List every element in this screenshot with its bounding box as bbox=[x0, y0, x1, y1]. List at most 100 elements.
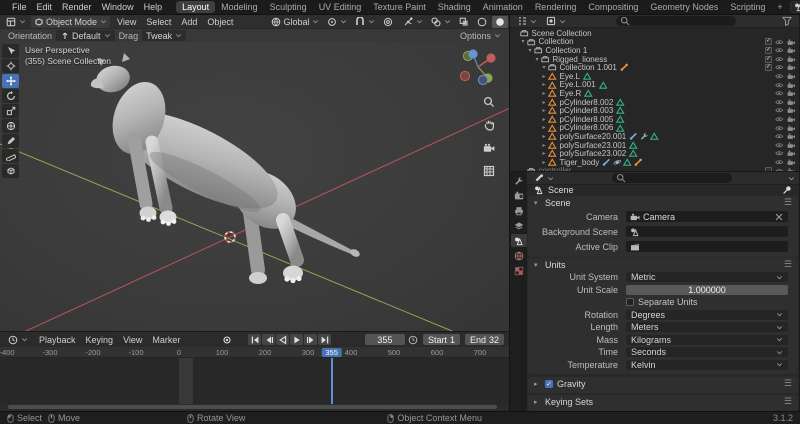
expander-icon[interactable]: ▾ bbox=[540, 64, 548, 71]
pin-icon[interactable] bbox=[782, 185, 792, 195]
hide-viewport-icon[interactable] bbox=[775, 98, 784, 107]
expander-icon[interactable]: ▸ bbox=[540, 150, 548, 157]
tool-scale-button[interactable] bbox=[2, 104, 19, 118]
outliner-row[interactable]: Scene Collection bbox=[510, 29, 799, 38]
expander-icon[interactable]: ▸ bbox=[540, 133, 548, 140]
tool-transform-button[interactable] bbox=[2, 119, 19, 133]
outliner-editor-type-button[interactable] bbox=[514, 15, 540, 27]
workspace-tab-shading[interactable]: Shading bbox=[432, 1, 477, 13]
panel-menu-icon[interactable]: ☰ bbox=[784, 197, 792, 208]
topbar-menu-window[interactable]: Window bbox=[97, 2, 139, 12]
workspace-tab-geometry-nodes[interactable]: Geometry Nodes bbox=[644, 1, 724, 13]
workspace-tab-+[interactable]: + bbox=[771, 1, 788, 13]
tool-cursor-3d-button[interactable] bbox=[2, 59, 19, 73]
timeline-menu-marker[interactable]: Marker bbox=[147, 335, 185, 345]
jump-start-button[interactable] bbox=[248, 334, 261, 345]
outliner-row[interactable]: ▸pCylinder8.002 bbox=[510, 98, 799, 107]
outliner-row[interactable]: ▸polySurface23.001 bbox=[510, 141, 799, 150]
hide-viewport-icon[interactable] bbox=[775, 89, 784, 98]
collection-checkbox[interactable]: ✓ bbox=[765, 64, 772, 71]
viewport-menu-select[interactable]: Select bbox=[141, 17, 176, 27]
outliner-row[interactable]: ▾Rigged_lioness✓ bbox=[510, 55, 799, 64]
properties-tab-texture[interactable] bbox=[511, 264, 527, 277]
panel-header[interactable]: ▸✓Gravity☰ bbox=[528, 377, 798, 390]
expander-icon[interactable]: ▸ bbox=[540, 124, 548, 131]
workspace-tab-uv-editing[interactable]: UV Editing bbox=[313, 1, 368, 13]
dropdown-length[interactable]: Meters bbox=[626, 322, 788, 332]
outliner-row[interactable]: ▾Collection 1.001✓ bbox=[510, 63, 799, 72]
properties-tab-output[interactable] bbox=[511, 204, 527, 217]
dropdown-mass[interactable]: Kilograms bbox=[626, 335, 788, 345]
outliner-search-input[interactable] bbox=[616, 16, 736, 26]
outliner-row[interactable]: ▾Collection 1✓ bbox=[510, 46, 799, 55]
hide-render-icon[interactable] bbox=[787, 158, 796, 167]
drag-tweak-dropdown[interactable]: Tweak bbox=[142, 30, 186, 41]
object-field-camera[interactable]: Camera bbox=[626, 211, 788, 222]
expander-icon[interactable]: ▾ bbox=[526, 47, 534, 54]
properties-editor-type-button[interactable] bbox=[531, 172, 557, 184]
scrollbar-thumb[interactable] bbox=[8, 405, 497, 409]
mode-dropdown[interactable]: Object Mode bbox=[31, 16, 110, 28]
panel-menu-icon[interactable]: ☰ bbox=[784, 378, 792, 389]
viewport-menu-object[interactable]: Object bbox=[202, 17, 238, 27]
editor-type-button[interactable] bbox=[3, 16, 29, 28]
hide-viewport-icon[interactable] bbox=[775, 115, 784, 124]
options-dropdown[interactable]: Options bbox=[460, 31, 501, 41]
hide-render-icon[interactable] bbox=[787, 115, 796, 124]
dropdown-unit-system[interactable]: Metric bbox=[626, 272, 788, 282]
topbar-menu-render[interactable]: Render bbox=[57, 2, 97, 12]
outliner-row[interactable]: ▸pCylinder8.005 bbox=[510, 115, 799, 124]
outliner-row[interactable]: ▸Eye.L bbox=[510, 72, 799, 81]
expander-icon[interactable]: ▾ bbox=[533, 56, 541, 63]
hide-render-icon[interactable] bbox=[787, 81, 796, 90]
hide-render-icon[interactable] bbox=[787, 46, 796, 55]
tool-select-box-button[interactable] bbox=[2, 44, 19, 58]
collection-checkbox[interactable]: ✓ bbox=[765, 38, 772, 45]
filter-icon[interactable] bbox=[782, 16, 792, 26]
orientation-default-dropdown[interactable]: Default bbox=[56, 30, 115, 41]
workspace-tab-compositing[interactable]: Compositing bbox=[582, 1, 644, 13]
units-panel-header[interactable]: ▾ Units ☰ bbox=[528, 258, 798, 271]
hide-viewport-icon[interactable] bbox=[775, 63, 784, 72]
overlays-dropdown[interactable] bbox=[428, 16, 454, 28]
expander-icon[interactable]: ▸ bbox=[540, 116, 548, 123]
properties-tab-scene[interactable] bbox=[511, 234, 527, 247]
snap-toggle[interactable] bbox=[352, 16, 378, 28]
object-field-background-scene[interactable] bbox=[626, 226, 788, 237]
hide-render-icon[interactable] bbox=[787, 141, 796, 150]
viewport-menu-view[interactable]: View bbox=[112, 17, 141, 27]
properties-search-input[interactable] bbox=[612, 173, 732, 183]
workspace-tab-texture-paint[interactable]: Texture Paint bbox=[367, 1, 432, 13]
timeline-menu-playback[interactable]: Playback bbox=[34, 335, 81, 345]
proportional-edit-toggle[interactable] bbox=[380, 16, 396, 28]
panel-menu-icon[interactable]: ☰ bbox=[784, 396, 792, 407]
outliner-row[interactable]: ▸Eye.R bbox=[510, 89, 799, 98]
hide-render-icon[interactable] bbox=[787, 149, 796, 158]
viewport-menu-add[interactable]: Add bbox=[176, 17, 202, 27]
panel-header[interactable]: ▸Keying Sets☰ bbox=[528, 395, 798, 408]
hide-viewport-icon[interactable] bbox=[775, 106, 784, 115]
next-keyframe-button[interactable] bbox=[304, 334, 317, 345]
hide-render-icon[interactable] bbox=[787, 124, 796, 133]
viewport-zoom-button[interactable] bbox=[483, 96, 495, 108]
viewport-ortho-grid-button[interactable] bbox=[483, 165, 495, 177]
timeline-track-area[interactable] bbox=[0, 358, 509, 404]
scene-panel-header[interactable]: ▾ Scene ☰ bbox=[528, 196, 798, 209]
workspace-tab-rendering[interactable]: Rendering bbox=[529, 1, 583, 13]
hide-render-icon[interactable] bbox=[787, 38, 796, 47]
hide-viewport-icon[interactable] bbox=[775, 141, 784, 150]
timeline-editor-type-button[interactable] bbox=[5, 334, 31, 346]
topbar-menu-help[interactable]: Help bbox=[139, 2, 168, 12]
tool-move-button[interactable] bbox=[2, 74, 19, 88]
xray-toggle[interactable] bbox=[456, 16, 472, 28]
outliner-row[interactable]: ▸polySurface23.002 bbox=[510, 149, 799, 158]
workspace-tab-scripting[interactable]: Scripting bbox=[724, 1, 771, 13]
navigation-gizmo[interactable] bbox=[455, 44, 501, 90]
prev-keyframe-button[interactable] bbox=[262, 334, 275, 345]
tool-add-cube-button[interactable] bbox=[2, 164, 19, 178]
properties-tab-tool[interactable] bbox=[511, 174, 527, 187]
workspace-tab-layout[interactable]: Layout bbox=[176, 1, 215, 13]
jump-end-button[interactable] bbox=[318, 334, 331, 345]
play-reverse-button[interactable] bbox=[276, 334, 289, 345]
play-button[interactable] bbox=[290, 334, 303, 345]
